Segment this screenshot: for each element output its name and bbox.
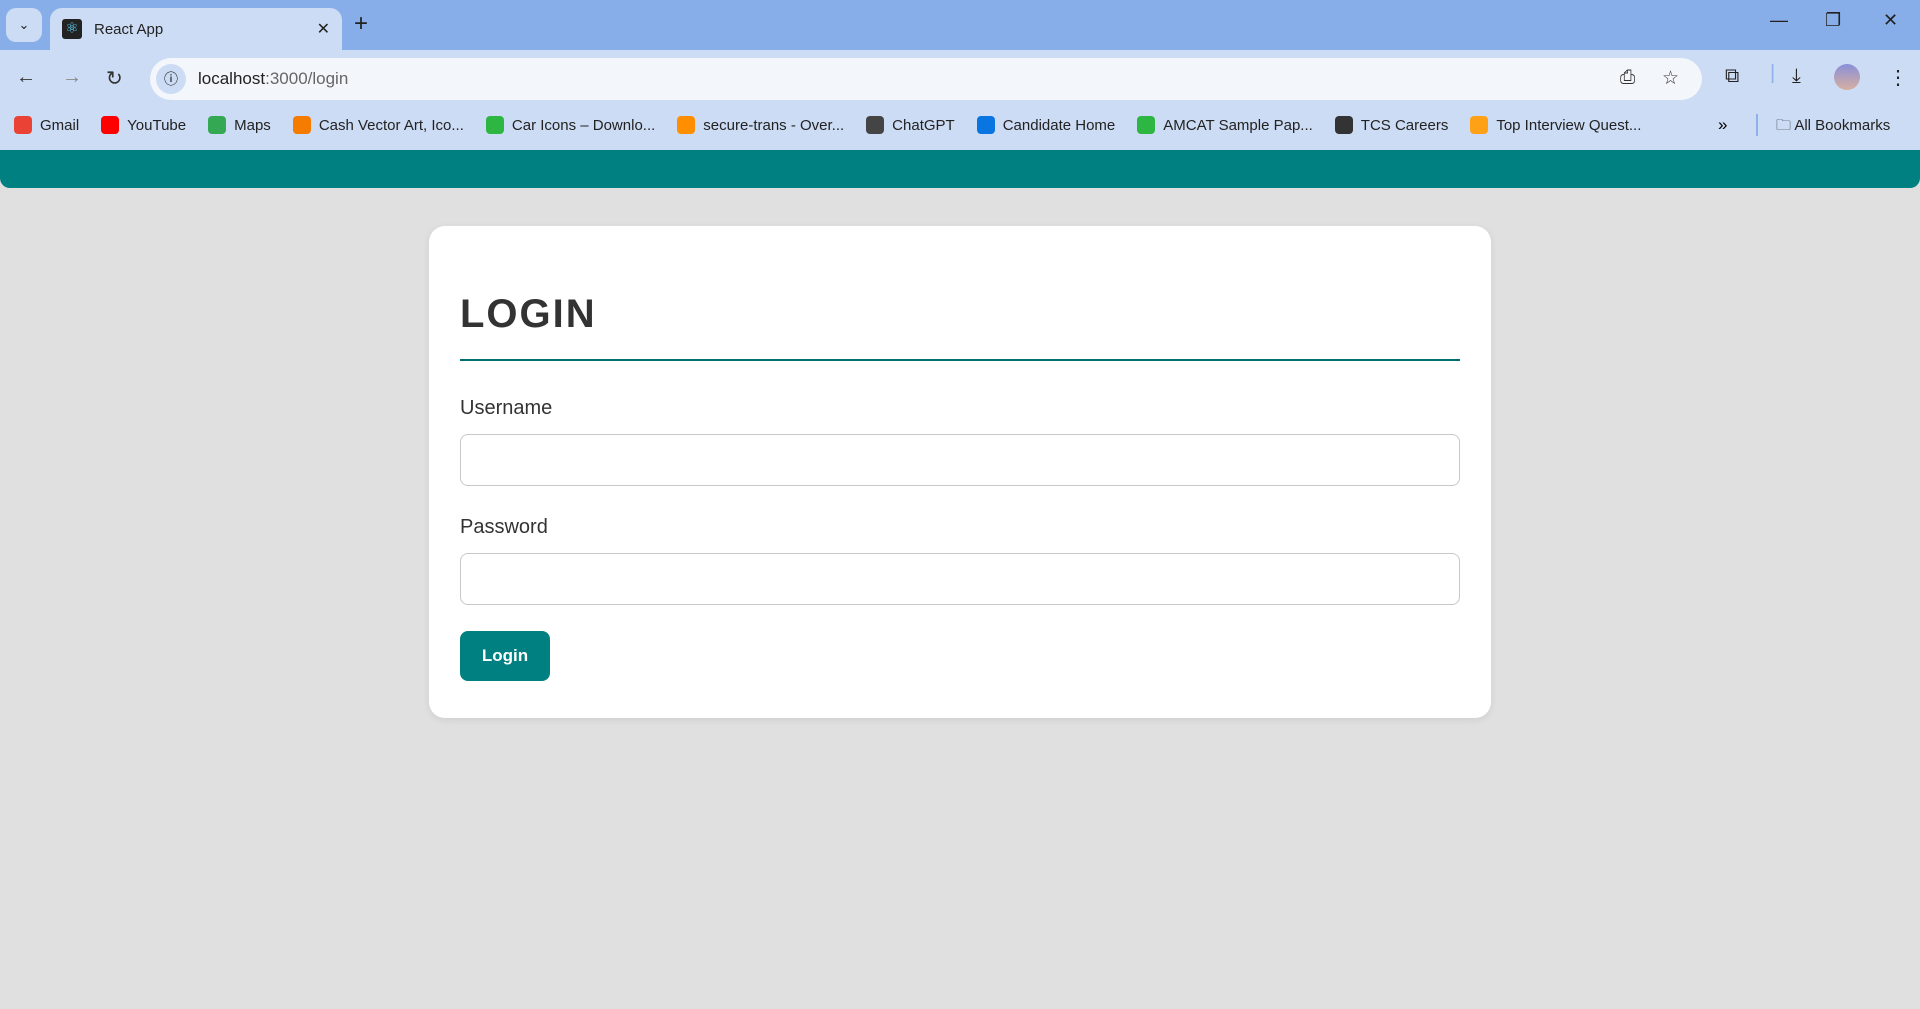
tab-search-button[interactable]: ⌄ xyxy=(6,8,42,42)
leetcode-icon xyxy=(1470,116,1489,134)
password-label: Password xyxy=(460,516,548,538)
bookmark-label: secure-trans - Over... xyxy=(703,116,845,134)
chatgpt-icon xyxy=(866,116,885,134)
tab-title: React App xyxy=(94,20,164,38)
bookmark-star-icon[interactable]: ☆ xyxy=(1662,67,1679,90)
reload-icon[interactable]: ↻ xyxy=(106,66,123,91)
username-input[interactable] xyxy=(460,434,1460,486)
bookmark-item[interactable]: Car Icons – Downlo... xyxy=(485,116,656,134)
toolbar-divider: | xyxy=(1770,62,1776,84)
workday-icon xyxy=(976,116,995,134)
tab-react-app[interactable]: ⚛ React App ✕ xyxy=(50,8,342,50)
menu-icon[interactable]: ⋮ xyxy=(1888,65,1908,90)
bookmark-label: ChatGPT xyxy=(892,116,955,134)
username-label: Username xyxy=(460,397,553,419)
page-title: LOGIN xyxy=(460,292,1460,361)
close-window-icon[interactable]: ✕ xyxy=(1883,10,1898,31)
browser-toolbar: ← → ↻ ⓘ localhost:3000/login ⎙ ☆ ⧉ | ⤓ ⋮… xyxy=(0,50,1920,150)
vecteezy-icon xyxy=(292,116,311,134)
bookmark-label: Maps xyxy=(234,116,271,134)
maps-icon xyxy=(208,116,227,134)
bookmark-item[interactable]: ChatGPT xyxy=(866,116,955,134)
back-icon[interactable]: ← xyxy=(16,66,36,89)
site-info-icon[interactable]: ⓘ xyxy=(156,64,186,94)
profile-avatar[interactable] xyxy=(1834,64,1860,90)
address-bar[interactable]: ⓘ localhost:3000/login ⎙ ☆ xyxy=(150,58,1702,100)
bookmark-label: YouTube xyxy=(127,116,187,134)
bookmark-item[interactable]: Gmail xyxy=(14,116,79,134)
restore-icon[interactable]: ❐ xyxy=(1825,10,1841,31)
globe-icon xyxy=(1334,116,1353,134)
login-card: LOGIN Username Password Login xyxy=(429,226,1491,718)
folder-icon: 🗀 xyxy=(1776,117,1795,134)
bookmark-item[interactable]: YouTube xyxy=(101,116,186,134)
youtube-icon xyxy=(101,116,120,134)
bookmark-item[interactable]: Cash Vector Art, Ico... xyxy=(292,116,464,134)
download-icon[interactable]: ⤓ xyxy=(1792,65,1801,88)
tab-strip: ⌄ ⚛ React App ✕ + — ❐ ✕ xyxy=(0,0,1920,50)
bookmark-label: Gmail xyxy=(40,116,80,134)
app-header-bar xyxy=(0,150,1920,188)
bookmarks-divider xyxy=(1756,114,1758,136)
password-input[interactable] xyxy=(460,553,1460,605)
bookmarks-bar: Gmail YouTube Maps Cash Vector Art, Ico... C… xyxy=(0,100,1920,150)
url-text[interactable]: localhost:3000/login xyxy=(198,69,348,89)
bookmark-label: AMCAT Sample Pap... xyxy=(1163,116,1313,134)
bookmark-item[interactable]: secure-trans - Over... xyxy=(677,116,844,134)
forward-icon[interactable]: → xyxy=(62,66,82,89)
install-app-icon[interactable]: ⎙ xyxy=(1620,67,1635,89)
bookmark-label: Cash Vector Art, Ico... xyxy=(318,116,464,134)
bookmark-item[interactable]: AMCAT Sample Pap... xyxy=(1137,116,1313,134)
bookmark-label: TCS Careers xyxy=(1360,116,1449,134)
react-icon: ⚛ xyxy=(62,19,82,39)
login-button[interactable]: Login xyxy=(460,631,550,681)
bookmark-item[interactable]: Candidate Home xyxy=(976,116,1116,134)
amcat-icon xyxy=(1137,116,1156,134)
all-bookmarks-label: All Bookmarks xyxy=(1794,117,1891,134)
bookmark-item[interactable]: Maps xyxy=(208,116,271,134)
close-tab-icon[interactable]: ✕ xyxy=(317,19,330,39)
extensions-icon[interactable]: ⧉ xyxy=(1725,65,1739,88)
bookmark-item[interactable]: Top Interview Quest... xyxy=(1470,116,1641,134)
bookmark-item[interactable]: TCS Careers xyxy=(1334,116,1449,134)
more-bookmarks-icon[interactable]: » xyxy=(1718,115,1727,135)
all-bookmarks[interactable]: 🗀 All Bookmarks xyxy=(1776,115,1890,140)
minimize-icon[interactable]: — xyxy=(1770,10,1788,31)
bookmark-label: Top Interview Quest... xyxy=(1496,116,1642,134)
gmail-icon xyxy=(14,116,32,134)
new-tab-button[interactable]: + xyxy=(354,10,368,38)
bookmark-label: Car Icons – Downlo... xyxy=(511,116,656,134)
flaticon-icon xyxy=(485,116,504,134)
bookmark-label: Candidate Home xyxy=(1002,116,1116,134)
firebase-icon xyxy=(677,116,696,134)
